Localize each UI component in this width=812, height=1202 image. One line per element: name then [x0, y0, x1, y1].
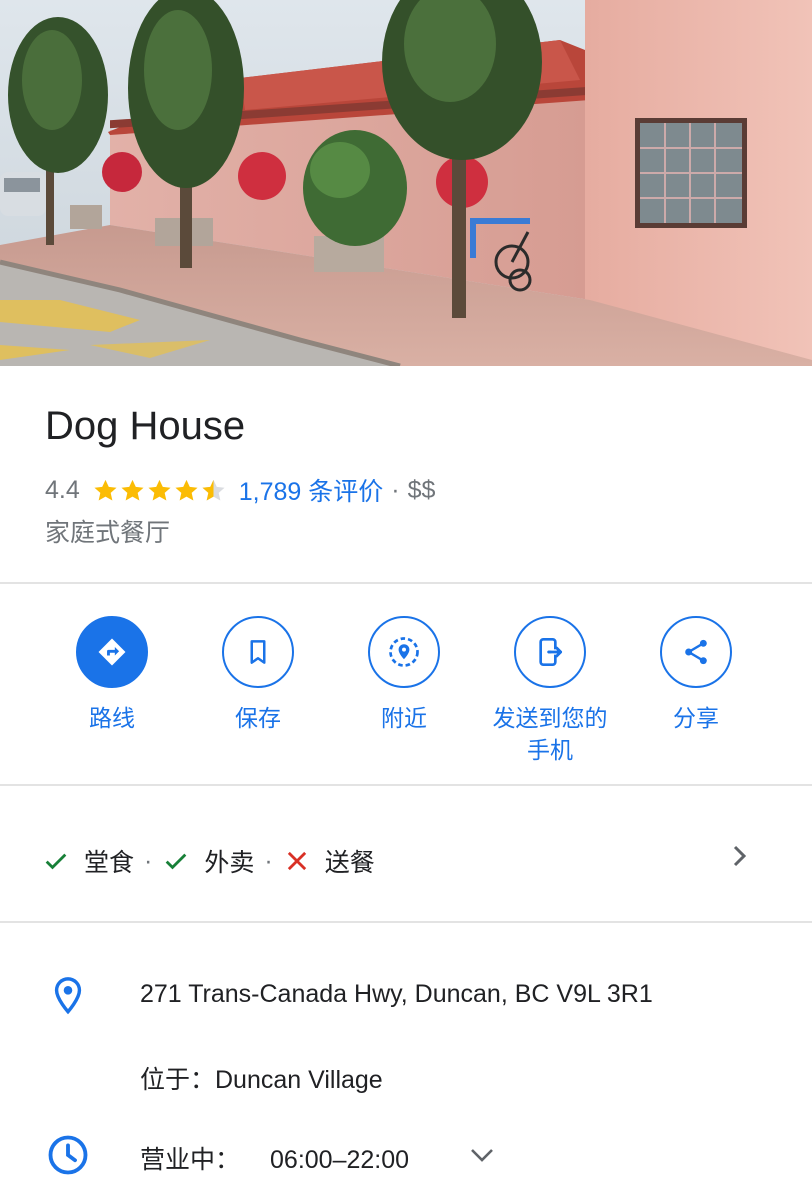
chevron-down-icon[interactable]	[468, 1146, 496, 1166]
divider	[0, 582, 812, 584]
directions-label: 路线	[89, 705, 135, 731]
place-category[interactable]: 家庭式餐厅	[45, 513, 170, 549]
service-delivery: 送餐	[324, 849, 375, 877]
star-rating	[92, 477, 227, 504]
share-label: 分享	[673, 705, 719, 731]
half-star-icon	[202, 479, 225, 501]
located-in[interactable]: 位于：Duncan Village	[140, 1060, 383, 1096]
hours-row[interactable]: 营业中： 06:00–22:00	[140, 1140, 409, 1176]
nearby-button[interactable]: 附近	[329, 616, 479, 734]
location-pin-icon	[54, 977, 82, 1015]
rating-row: 4.4 1,789 条评价 · $$	[45, 473, 435, 507]
service-options-row: 堂食 · 外卖 · 送餐	[42, 843, 375, 879]
save-label: 保存	[235, 705, 281, 731]
place-header: Dog House 4.4 1,789 条评价 · $$ 家庭式餐厅	[0, 366, 812, 583]
directions-icon	[98, 638, 126, 666]
check-icon	[45, 853, 67, 870]
divider	[0, 784, 812, 786]
star-icon	[121, 479, 144, 501]
separator: ·	[264, 846, 273, 875]
service-dine-in: 堂食	[84, 849, 135, 877]
nearby-icon	[389, 637, 419, 667]
bookmark-icon	[250, 640, 266, 664]
send-to-phone-icon	[539, 638, 562, 666]
separator: ·	[144, 846, 153, 875]
directions-button[interactable]: 路线	[37, 616, 187, 734]
star-icon	[148, 479, 171, 501]
share-button[interactable]: 分享	[621, 616, 771, 734]
action-bar: 路线 保存 附近 发送到您的手机 分享	[0, 585, 812, 785]
rating-value: 4.4	[45, 475, 80, 504]
chevron-right-icon[interactable]	[729, 841, 751, 871]
check-icon	[166, 853, 187, 870]
star-icon	[175, 479, 198, 501]
place-photo[interactable]	[0, 0, 812, 366]
service-options[interactable]: 堂食 · 外卖 · 送餐	[0, 787, 812, 922]
send-to-phone-button[interactable]: 发送到您的手机	[475, 616, 625, 766]
divider	[0, 921, 812, 923]
reviews-link[interactable]: 1,789 条评价	[239, 472, 384, 508]
price-level: $$	[407, 475, 436, 504]
nearby-label: 附近	[381, 705, 427, 731]
hours-range: 06:00–22:00	[270, 1146, 410, 1174]
save-button[interactable]: 保存	[183, 616, 333, 734]
place-name: Dog House	[45, 404, 246, 448]
send-to-phone-label: 发送到您的手机	[492, 705, 608, 763]
star-icon	[94, 479, 117, 501]
clock-icon	[48, 1135, 88, 1175]
service-takeout: 外卖	[204, 849, 255, 877]
place-info: 271 Trans-Canada Hwy, Duncan, BC V9L 3R1…	[0, 924, 812, 1202]
close-icon	[287, 851, 306, 871]
hours-status: 营业中：	[140, 1146, 241, 1174]
share-icon	[685, 639, 707, 665]
separator: ·	[391, 475, 400, 504]
address[interactable]: 271 Trans-Canada Hwy, Duncan, BC V9L 3R1	[140, 980, 653, 1009]
